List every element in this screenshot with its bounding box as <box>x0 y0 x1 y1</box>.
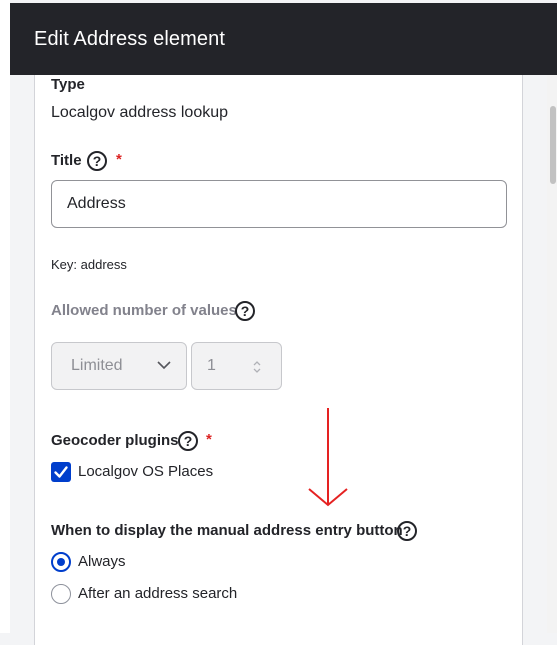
limit-select[interactable]: Limited <box>51 342 187 390</box>
scrollbar-thumb[interactable] <box>550 106 556 184</box>
geocoder-label: Geocoder plugins <box>51 432 179 449</box>
help-icon[interactable]: ? <box>178 431 198 451</box>
help-icon[interactable]: ? <box>87 151 107 171</box>
geocoder-checkbox[interactable] <box>51 462 71 482</box>
chevron-down-icon <box>157 361 171 370</box>
dialog-title: Edit Address element <box>34 27 225 50</box>
annotation-arrow-icon <box>308 408 348 507</box>
required-marker: * <box>116 151 122 168</box>
title-input[interactable] <box>51 180 507 228</box>
type-value: Localgov address lookup <box>51 104 229 121</box>
manual-entry-label: When to display the manual address entry… <box>51 522 403 539</box>
title-label: Title <box>51 152 82 169</box>
checkmark-icon <box>54 466 68 478</box>
type-label: Type <box>51 76 85 93</box>
page-edge <box>0 0 10 633</box>
allowed-values-label: Allowed number of values <box>51 302 237 319</box>
radio-after-search-label[interactable]: After an address search <box>78 585 237 602</box>
number-input[interactable]: 1 <box>191 342 282 390</box>
radio-always-label[interactable]: Always <box>78 553 126 570</box>
geocoder-option-label[interactable]: Localgov OS Places <box>78 463 213 480</box>
help-icon[interactable]: ? <box>235 301 255 321</box>
number-input-value: 1 <box>207 357 216 374</box>
help-icon[interactable]: ? <box>397 521 417 541</box>
radio-always[interactable] <box>51 552 71 572</box>
key-description: Key: address <box>51 257 127 272</box>
radio-after-search[interactable] <box>51 584 71 604</box>
required-marker: * <box>206 431 212 448</box>
spin-arrows-icon[interactable] <box>252 359 262 375</box>
dialog-header: Edit Address element <box>10 3 557 75</box>
limit-select-value: Limited <box>71 357 123 374</box>
